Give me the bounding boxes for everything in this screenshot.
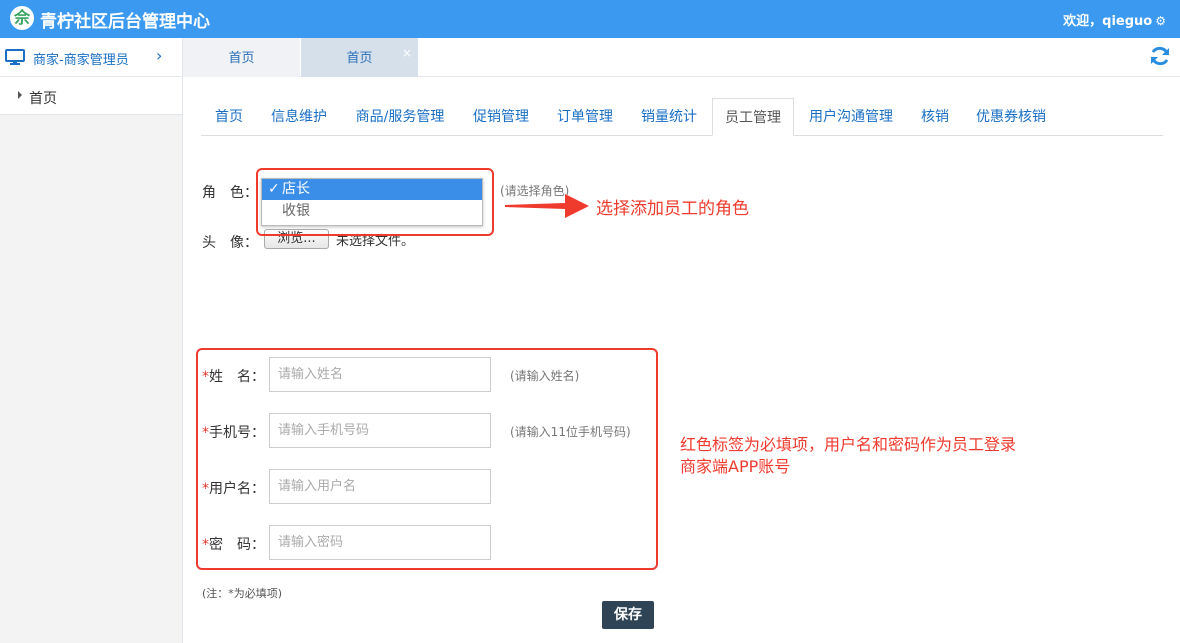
annotation-required-text: 红色标签为必填项，用户名和密码作为员工登录 商家端APP账号 <box>680 434 1016 478</box>
module-tabs: 首页 信息维护 商品/服务管理 促销管理 订单管理 销量统计 员工管理 用户沟通… <box>201 98 1163 136</box>
tab-verify[interactable]: 核销 <box>907 98 963 136</box>
app-title: 青柠社区后台管理中心 <box>40 12 210 32</box>
app-logo: 佘 <box>10 6 34 30</box>
annotation-box-required <box>196 348 658 570</box>
tab-home[interactable]: 首页 <box>201 98 257 136</box>
annotation-line-1: 红色标签为必填项，用户名和密码作为员工登录 <box>680 435 1017 454</box>
role-label: 商家-商家管理员 <box>33 53 129 68</box>
tab-communication[interactable]: 用户沟通管理 <box>795 98 907 136</box>
welcome-text: 欢迎，qieguo <box>1063 14 1153 29</box>
annotation-box-role <box>256 168 494 236</box>
tab-orders[interactable]: 订单管理 <box>543 98 627 136</box>
annotation-role-text: 选择添加员工的角色 <box>596 199 749 219</box>
page-tab-home-active[interactable]: 首页 × <box>301 38 418 77</box>
page-tab-label: 首页 <box>228 51 255 66</box>
gear-icon[interactable]: ⚙ <box>1155 14 1166 28</box>
tab-bar: 商家-商家管理员 › 首页 首页 × <box>0 38 1180 77</box>
tab-promotion[interactable]: 促销管理 <box>459 98 543 136</box>
refresh-icon[interactable] <box>1148 44 1172 68</box>
tab-sales[interactable]: 销量统计 <box>627 98 711 136</box>
sidebar: 首页 <box>0 77 183 643</box>
close-icon[interactable]: × <box>402 32 412 74</box>
page-tab-label: 首页 <box>346 51 373 66</box>
tab-staff[interactable]: 员工管理 <box>712 98 794 136</box>
tab-goods[interactable]: 商品/服务管理 <box>341 98 459 136</box>
role-switcher[interactable]: 商家-商家管理员 › <box>0 38 183 77</box>
tab-coupon-verify[interactable]: 优惠券核销 <box>963 98 1059 136</box>
required-note: (注：*为必填项) <box>202 587 283 600</box>
arrow-right-icon <box>505 194 589 218</box>
caret-right-icon <box>18 91 22 99</box>
user-welcome[interactable]: 欢迎，qieguo ⚙ <box>1063 10 1166 29</box>
monitor-icon <box>5 49 25 65</box>
avatar-label: 头 像： <box>202 235 258 251</box>
sidebar-item-label: 首页 <box>29 91 57 107</box>
save-button[interactable]: 保存 <box>602 601 654 629</box>
sidebar-item-home[interactable]: 首页 <box>0 77 182 115</box>
chevron-right-icon[interactable]: › <box>156 46 162 65</box>
role-label: 角 色： <box>202 185 258 201</box>
page-tab-home[interactable]: 首页 <box>183 38 300 77</box>
tab-info[interactable]: 信息维护 <box>257 98 341 136</box>
top-header: 佘 青柠社区后台管理中心 欢迎，qieguo ⚙ <box>0 0 1180 38</box>
annotation-line-2: 商家端APP账号 <box>680 457 791 476</box>
